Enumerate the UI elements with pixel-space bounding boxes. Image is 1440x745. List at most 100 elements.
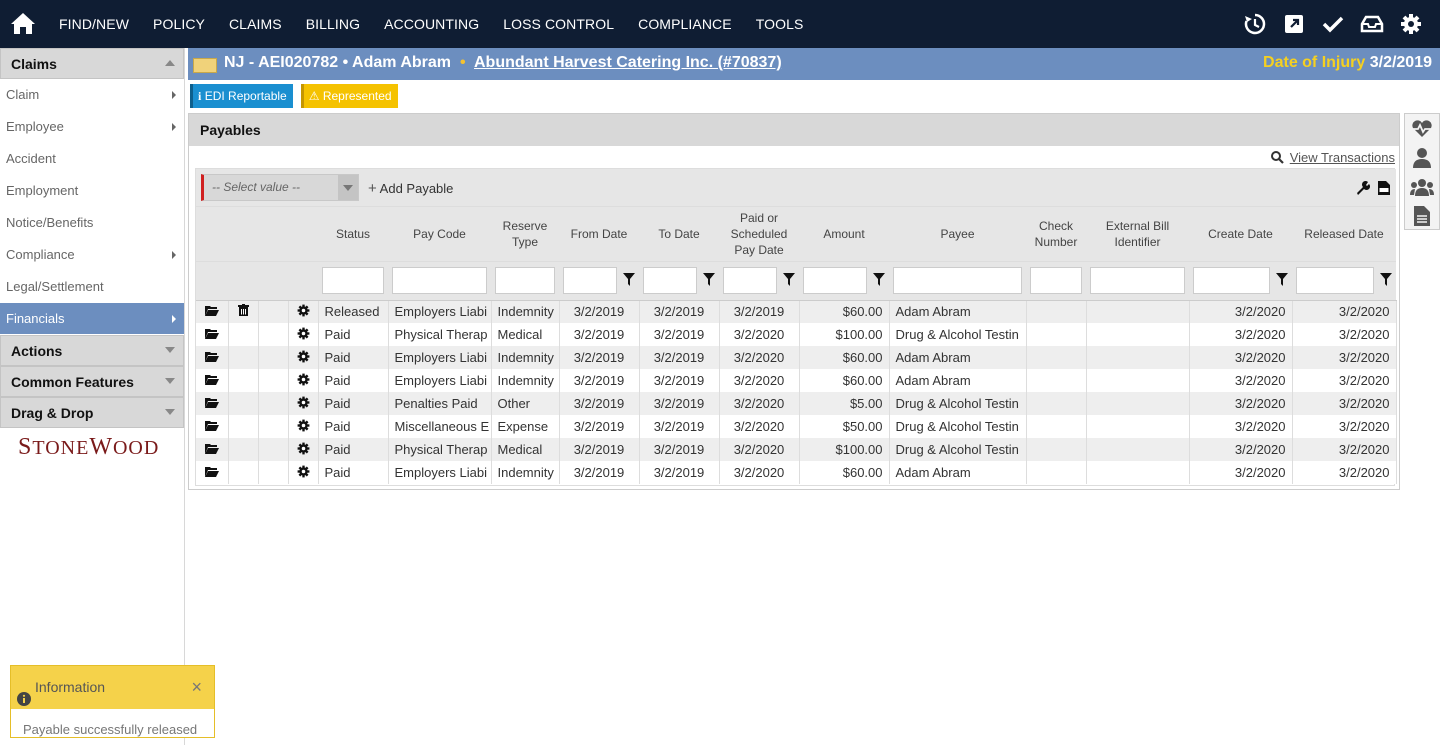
filter-input-released-date[interactable] xyxy=(1296,267,1374,294)
filter-icon[interactable] xyxy=(783,272,795,289)
sidebar-item-label: Notice/Benefits xyxy=(6,215,94,230)
view-transactions-link[interactable]: View Transactions xyxy=(1270,150,1395,165)
cell-to: 3/2/2019 xyxy=(639,369,720,392)
sidebar-item-employee[interactable]: Employee xyxy=(0,111,184,143)
heartbeat-icon[interactable] xyxy=(1405,114,1439,143)
checkmark-icon[interactable] xyxy=(1313,0,1352,48)
column-header-paid-or-scheduled-pay-date[interactable]: Paid or Scheduled Pay Date xyxy=(719,207,799,262)
filter-cell xyxy=(1292,261,1396,301)
home-icon[interactable] xyxy=(10,11,36,35)
nav-item-accounting[interactable]: ACCOUNTING xyxy=(372,0,491,48)
history-icon[interactable] xyxy=(1235,0,1274,48)
sidebar-section-drag-drop[interactable]: Drag & Drop xyxy=(0,397,184,428)
user-icon[interactable] xyxy=(1405,143,1439,172)
filter-icon[interactable] xyxy=(623,272,635,289)
gear-icon[interactable] xyxy=(297,327,310,343)
table-row[interactable]: Paid Physical Therap Medical 3/2/2019 3/2/20… xyxy=(196,323,1397,346)
folder-open-icon[interactable] xyxy=(204,350,219,365)
wrench-icon[interactable] xyxy=(1356,180,1371,198)
external-link-icon[interactable] xyxy=(1274,0,1313,48)
column-header-pay-code[interactable]: Pay Code xyxy=(388,207,491,262)
folder-open-icon[interactable] xyxy=(204,442,219,457)
gear-icon[interactable] xyxy=(297,350,310,366)
column-header-released-date[interactable]: Released Date xyxy=(1292,207,1396,262)
close-icon[interactable]: × xyxy=(191,666,202,709)
gear-icon[interactable] xyxy=(1391,0,1430,48)
action-select[interactable]: -- Select value -- xyxy=(201,174,359,201)
table-row[interactable]: Paid Penalties Paid Other 3/2/2019 3/2/2019 3… xyxy=(196,392,1397,415)
nav-item-policy[interactable]: POLICY xyxy=(141,0,217,48)
folder-open-icon[interactable] xyxy=(204,396,219,411)
table-row[interactable]: Paid Miscellaneous E Expense 3/2/2019 3/2/20… xyxy=(196,415,1397,438)
column-header-check-number[interactable]: Check Number xyxy=(1026,207,1086,262)
column-header-reserve-type[interactable]: Reserve Type xyxy=(491,207,559,262)
nav-item-loss-control[interactable]: LOSS CONTROL xyxy=(491,0,626,48)
csv-export-icon[interactable] xyxy=(1378,181,1390,198)
filter-input-reserve-type[interactable] xyxy=(495,267,555,294)
sidebar-header-claims[interactable]: Claims xyxy=(0,48,184,79)
folder-open-icon[interactable] xyxy=(204,327,219,342)
filter-input-from-date[interactable] xyxy=(563,267,617,294)
folder-open-icon[interactable] xyxy=(204,465,219,480)
nav-item-tools[interactable]: TOOLS xyxy=(744,0,816,48)
sidebar-item-employment[interactable]: Employment xyxy=(0,175,184,207)
gear-icon[interactable] xyxy=(297,419,310,435)
folder-open-icon[interactable] xyxy=(204,304,219,319)
gear-icon[interactable] xyxy=(297,373,310,389)
table-row[interactable]: Paid Employers Liabi Indemnity 3/2/2019 3/2/… xyxy=(196,461,1397,484)
sidebar-item-compliance[interactable]: Compliance xyxy=(0,239,184,271)
folder-open-icon[interactable] xyxy=(204,373,219,388)
filter-input-paid-or-scheduled-pay-date[interactable] xyxy=(723,267,777,294)
filter-input-to-date[interactable] xyxy=(643,267,697,294)
table-row[interactable]: Released Employers Liabi Indemnity 3/2/2019… xyxy=(196,300,1397,323)
column-header-to-date[interactable]: To Date xyxy=(639,207,719,262)
folder-open-icon[interactable] xyxy=(204,419,219,434)
gear-icon[interactable] xyxy=(297,304,310,320)
nav-item-claims[interactable]: CLAIMS xyxy=(217,0,294,48)
filter-input-check-number[interactable] xyxy=(1030,267,1082,294)
table-row[interactable]: Paid Physical Therap Medical 3/2/2019 3/2/20… xyxy=(196,438,1397,461)
nav-item-billing[interactable]: BILLING xyxy=(294,0,372,48)
filter-input-create-date[interactable] xyxy=(1193,267,1270,294)
sidebar-section-common-features[interactable]: Common Features xyxy=(0,366,184,397)
sidebar-section-actions[interactable]: Actions xyxy=(0,335,184,366)
filter-icon[interactable] xyxy=(1380,272,1392,289)
view-transactions-label: View Transactions xyxy=(1289,150,1395,165)
filter-icon[interactable] xyxy=(1276,272,1288,289)
filter-input-pay-code[interactable] xyxy=(392,267,487,294)
edi-reportable-badge[interactable]: i EDI Reportable xyxy=(190,84,293,108)
trash-icon[interactable] xyxy=(237,304,249,319)
column-header-payee[interactable]: Payee xyxy=(889,207,1026,262)
gear-icon[interactable] xyxy=(297,396,310,412)
column-header-from-date[interactable]: From Date xyxy=(559,207,639,262)
table-row[interactable]: Paid Employers Liabi Indemnity 3/2/2019 3/2/… xyxy=(196,369,1397,392)
gear-icon[interactable] xyxy=(297,442,310,458)
nav-item-find-new[interactable]: FIND/NEW xyxy=(47,0,141,48)
represented-badge[interactable]: ⚠ Represented xyxy=(300,84,398,108)
filter-input-payee[interactable] xyxy=(893,267,1022,294)
document-icon[interactable] xyxy=(1405,201,1439,230)
sidebar-item-accident[interactable]: Accident xyxy=(0,143,184,175)
open-cell xyxy=(196,346,229,369)
sidebar-item-legal-settlement[interactable]: Legal/Settlement xyxy=(0,271,184,303)
column-header-create-date[interactable]: Create Date xyxy=(1189,207,1292,262)
gear-icon[interactable] xyxy=(297,465,310,481)
table-row[interactable]: Paid Employers Liabi Indemnity 3/2/2019 3/2/… xyxy=(196,346,1397,369)
sidebar-item-financials[interactable]: Financials xyxy=(0,303,184,335)
company-link[interactable]: Abundant Harvest Catering Inc. (#70837) xyxy=(474,54,782,72)
filter-input-external-bill-identifier[interactable] xyxy=(1090,267,1185,294)
filter-icon[interactable] xyxy=(873,272,885,289)
filter-cell xyxy=(196,261,228,301)
sidebar-item-claim[interactable]: Claim xyxy=(0,79,184,111)
filter-input-status[interactable] xyxy=(322,267,384,294)
nav-item-compliance[interactable]: COMPLIANCE xyxy=(626,0,744,48)
add-payable-button[interactable]: + Add Payable xyxy=(368,180,453,197)
sidebar-item-notice-benefits[interactable]: Notice/Benefits xyxy=(0,207,184,239)
column-header-amount[interactable]: Amount xyxy=(799,207,889,262)
inbox-icon[interactable] xyxy=(1352,0,1391,48)
users-icon[interactable] xyxy=(1405,172,1439,201)
filter-input-amount[interactable] xyxy=(803,267,867,294)
filter-icon[interactable] xyxy=(703,272,715,289)
column-header-external-bill-identifier[interactable]: External Bill Identifier xyxy=(1086,207,1189,262)
column-header-status[interactable]: Status xyxy=(318,207,388,262)
